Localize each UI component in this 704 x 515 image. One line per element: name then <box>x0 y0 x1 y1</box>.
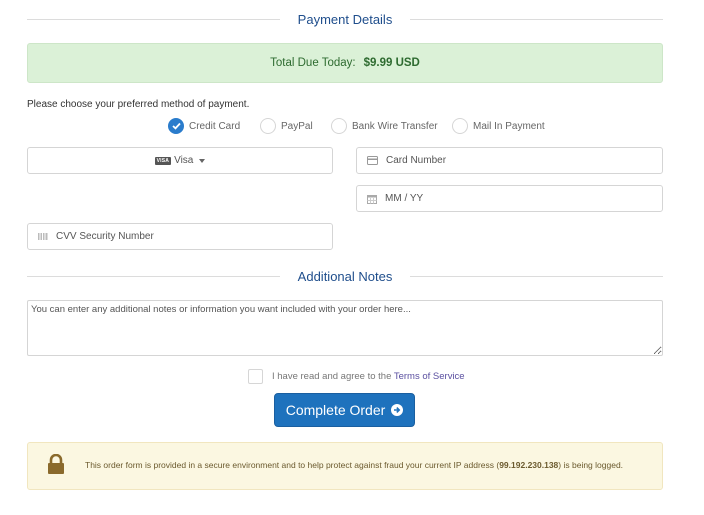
radio-bank-wire-transfer[interactable]: Bank Wire Transfer <box>331 118 438 134</box>
radio-circle[interactable] <box>168 118 184 134</box>
total-due-amount: $9.99 USD <box>363 57 420 69</box>
expiry-input[interactable] <box>385 186 662 211</box>
radio-circle[interactable] <box>331 118 347 134</box>
lock-icon <box>47 453 65 479</box>
card-type-select[interactable]: VISA Visa <box>27 147 333 174</box>
radio-mail-in-payment[interactable]: Mail In Payment <box>452 118 545 134</box>
total-due-box: Total Due Today: $9.99 USD <box>27 43 663 83</box>
radio-label: Credit Card <box>189 120 241 132</box>
radio-circle[interactable] <box>452 118 468 134</box>
tos-text: I have read and agree to the Terms of Se… <box>272 371 465 382</box>
payment-details-title: Payment Details <box>297 11 393 27</box>
divider-line <box>410 18 663 20</box>
additional-notes-header: Additional Notes <box>27 266 664 286</box>
visa-card-icon: VISA <box>154 156 172 165</box>
divider-line <box>27 18 280 20</box>
notice-text-after: ) is being logged. <box>558 460 624 471</box>
notes-textarea[interactable] <box>27 300 663 356</box>
card-number-field[interactable] <box>356 147 663 174</box>
additional-notes-title: Additional Notes <box>297 268 393 284</box>
complete-order-label: Complete Order <box>285 402 386 418</box>
security-notice-text: This order form is provided in a secure … <box>85 460 643 472</box>
expiry-field[interactable] <box>356 185 663 212</box>
radio-label: Bank Wire Transfer <box>352 120 438 132</box>
arrow-circle-right-icon <box>391 404 404 416</box>
notice-text-before: This order form is provided in a secure … <box>85 460 500 471</box>
tos-prefix: I have read and agree to the <box>272 371 392 382</box>
credit-card-icon <box>367 156 378 165</box>
radio-credit-card[interactable]: Credit Card <box>168 118 240 134</box>
radio-label: Mail In Payment <box>473 120 545 132</box>
complete-order-button[interactable]: Complete Order <box>274 393 415 427</box>
terms-of-service-link[interactable]: Terms of Service <box>394 371 465 382</box>
caret-down-icon <box>199 158 206 163</box>
radio-circle[interactable] <box>260 118 276 134</box>
payment-method-prompt: Please choose your preferred method of p… <box>27 99 250 110</box>
payment-details-header: Payment Details <box>27 9 663 29</box>
barcode-icon <box>38 233 48 240</box>
divider-line <box>410 275 664 277</box>
card-type-value: Visa <box>174 155 194 166</box>
ip-address: 99.192.230.138 <box>499 460 559 471</box>
tos-checkbox[interactable] <box>248 369 263 384</box>
security-notice: This order form is provided in a secure … <box>27 442 663 490</box>
tos-row: I have read and agree to the Terms of Se… <box>248 369 465 384</box>
checkmark-icon <box>171 122 181 130</box>
divider-line <box>27 275 280 277</box>
calendar-icon <box>367 194 377 204</box>
card-number-input[interactable] <box>386 148 662 173</box>
radio-label: PayPal <box>281 120 313 132</box>
cvv-field[interactable] <box>27 223 333 250</box>
cvv-input[interactable] <box>56 224 332 249</box>
total-due-label: Total Due Today: <box>270 57 356 69</box>
radio-paypal[interactable]: PayPal <box>260 118 313 134</box>
